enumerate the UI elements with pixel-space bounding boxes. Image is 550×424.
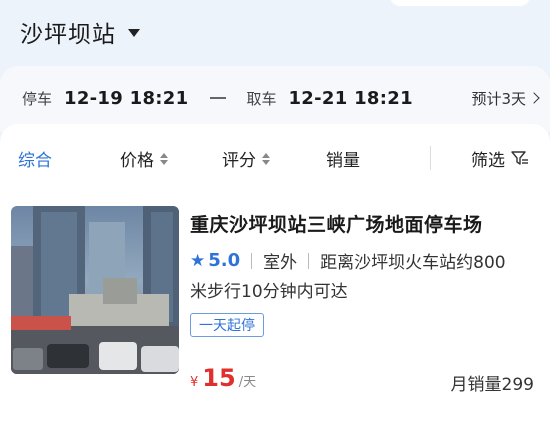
pickup-label: 取车 [246, 89, 277, 108]
price: ¥ 15 /天 [190, 364, 256, 392]
meta-divider [251, 252, 253, 269]
sort-sales[interactable]: 销量 [326, 146, 360, 171]
sort-arrows-icon [262, 152, 270, 165]
lot-distance: 距离沙坪坝火车站约800 [320, 253, 506, 273]
lot-distance-cont: 米步行10分钟内可达 [190, 282, 348, 302]
park-time[interactable]: 12-19 18:21 [64, 88, 188, 109]
location-title: 沙坪坝站 [20, 22, 116, 48]
sort-filter-bar: 综合 价格 评分 销量 筛选 [0, 124, 550, 194]
chevron-right-icon [528, 92, 540, 104]
sort-price[interactable]: 价格 [120, 146, 168, 171]
time-separator [210, 97, 227, 99]
filter-funnel-icon [511, 151, 528, 165]
lot-score: 5.0 [208, 250, 241, 271]
filter-button[interactable]: 筛选 [471, 146, 529, 171]
location-selector[interactable]: 沙坪坝站 [20, 14, 140, 50]
price-unit: /天 [238, 375, 257, 390]
park-label: 停车 [22, 89, 53, 108]
filter-label: 筛选 [471, 151, 505, 171]
price-value: 15 [202, 364, 236, 392]
star-icon: ★ [190, 250, 206, 271]
time-row[interactable]: 停车 12-19 18:21 取车 12-21 18:21 预计3天 [22, 84, 540, 112]
sort-arrows-icon [160, 152, 168, 165]
currency-symbol: ¥ [190, 375, 199, 390]
duration-estimate[interactable]: 预计3天 [471, 88, 540, 109]
filter-divider [430, 146, 431, 170]
monthly-sales: 月销量299 [450, 375, 534, 395]
pickup-time[interactable]: 12-21 18:21 [288, 88, 412, 109]
time-card: 停车 12-19 18:21 取车 12-21 18:21 预计3天 [0, 66, 550, 132]
lot-meta: ★ 5.0 室外 距离沙坪坝火车站约800 [190, 248, 506, 273]
sort-rating[interactable]: 评分 [222, 146, 270, 171]
sort-rating-label: 评分 [222, 151, 256, 171]
sort-price-label: 价格 [120, 151, 154, 171]
estimate-text: 预计3天 [471, 89, 526, 108]
sort-comprehensive-label: 综合 [18, 151, 52, 171]
top-search-pill[interactable] [390, 0, 530, 6]
meta-divider [308, 252, 310, 269]
sort-sales-label: 销量 [326, 151, 360, 171]
lot-name[interactable]: 重庆沙坪坝站三峡广场地面停车场 [190, 210, 483, 237]
sort-comprehensive[interactable]: 综合 [18, 146, 52, 171]
lot-type: 室外 [263, 253, 298, 273]
parking-lot-photo[interactable] [11, 206, 179, 374]
caret-down-icon [128, 29, 140, 37]
min-stay-tag: 一天起停 [190, 313, 264, 337]
results-card: 综合 价格 评分 销量 筛选 重庆沙坪坝站三峡广场地面停车场 ★ 5.0 室外 … [0, 124, 550, 424]
